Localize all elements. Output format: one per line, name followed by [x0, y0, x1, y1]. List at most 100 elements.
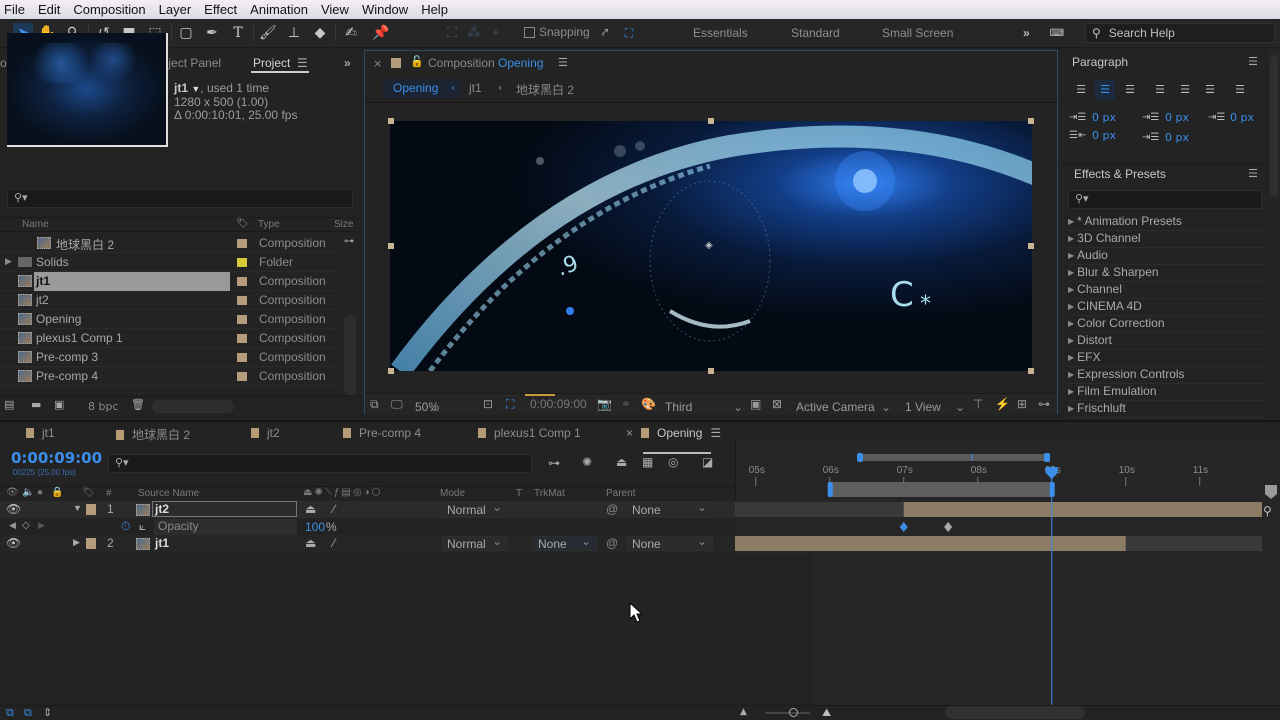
- label-column-icon[interactable]: 🏷: [82, 487, 95, 498]
- lock-icon[interactable]: 🔓: [410, 55, 424, 68]
- column-type[interactable]: Type: [258, 219, 280, 230]
- transform-handle[interactable]: [1028, 243, 1034, 249]
- indent-right-value[interactable]: 0 px: [1092, 129, 1116, 142]
- region-of-interest-icon[interactable]: ⊡: [483, 397, 493, 411]
- view-axis-icon[interactable]: ⌖: [486, 23, 506, 43]
- rectangle-tool-icon[interactable]: ▢: [176, 23, 196, 43]
- project-search-input[interactable]: ⚲▾: [7, 189, 353, 208]
- always-preview-icon[interactable]: ⧉: [370, 397, 379, 412]
- label-color-swatch[interactable]: [237, 258, 247, 267]
- clone-stamp-tool-icon[interactable]: ⊥: [284, 23, 304, 43]
- project-scrollbar[interactable]: [344, 315, 356, 395]
- tab-project[interactable]: Project: [253, 56, 290, 70]
- blend-mode-dropdown[interactable]: Normal: [442, 534, 508, 551]
- local-axis-icon[interactable]: ⛶: [442, 23, 462, 43]
- transform-handle[interactable]: [1028, 118, 1034, 124]
- trash-icon[interactable]: 🗑: [131, 398, 145, 411]
- pick-whip-icon[interactable]: @: [606, 536, 618, 550]
- transform-handle[interactable]: [1028, 368, 1034, 374]
- project-item[interactable]: Opening Composition: [0, 310, 342, 329]
- parent-dropdown[interactable]: None: [627, 534, 713, 551]
- motion-blur-layer-icon[interactable]: ⚲: [1263, 504, 1272, 518]
- layer-duration-bar[interactable]: [903, 502, 1262, 517]
- breadcrumb-opening[interactable]: Opening: [393, 81, 438, 95]
- stopwatch-icon[interactable]: ⏱: [121, 519, 130, 534]
- collapse-transformations-icon[interactable]: ⏏: [305, 502, 316, 516]
- hide-shy-layers-icon[interactable]: ⏏: [616, 455, 627, 469]
- project-item[interactable]: jt1 Composition: [0, 272, 342, 291]
- timeline-search-input[interactable]: ⚲▾: [108, 454, 532, 473]
- layer-switches-toggle-icon[interactable]: ⧉: [6, 706, 14, 720]
- puppet-pin-tool-icon[interactable]: 📌: [371, 23, 391, 43]
- menu-animation[interactable]: Animation: [250, 2, 308, 17]
- search-help-input[interactable]: ⚲ Search Help: [1085, 23, 1275, 43]
- channel-icon[interactable]: 🎨: [641, 397, 656, 411]
- flowchart-icon[interactable]: ⊶: [344, 236, 354, 248]
- label-color-swatch[interactable]: [237, 334, 247, 343]
- project-item[interactable]: 地球黑白 2 Composition: [0, 234, 342, 253]
- panel-menu-icon[interactable]: ☰: [710, 426, 721, 440]
- graph-editor-icon[interactable]: ◪: [702, 455, 713, 469]
- playhead-handle-icon[interactable]: [1045, 467, 1058, 479]
- label-color-swatch[interactable]: [237, 353, 247, 362]
- pick-whip-icon[interactable]: @: [606, 502, 618, 516]
- transform-handle[interactable]: [708, 118, 714, 124]
- timeline-tab[interactable]: 地球黑白 2: [116, 426, 190, 443]
- bit-depth-button[interactable]: 8 bpc: [88, 400, 119, 413]
- comp-current-time[interactable]: 0:00:09:00: [530, 397, 587, 411]
- panel-menu-icon[interactable]: ☰: [1248, 167, 1258, 180]
- snapping-toggle[interactable]: Snapping: [524, 25, 590, 39]
- first-line-indent-value[interactable]: 0 px: [1230, 111, 1254, 124]
- layer-duration-bar[interactable]: [735, 536, 1126, 551]
- close-icon[interactable]: ×: [626, 426, 633, 440]
- transform-handle[interactable]: [388, 368, 394, 374]
- flowchart-icon[interactable]: ⊶: [1038, 397, 1050, 411]
- menu-file[interactable]: File: [4, 2, 25, 17]
- label-color-swatch[interactable]: [237, 277, 247, 286]
- timeline-horizontal-scrollbar[interactable]: [945, 706, 1085, 719]
- pen-tool-icon[interactable]: ✒: [202, 23, 222, 43]
- layer-name[interactable]: jt2: [152, 501, 297, 517]
- motion-blur-icon[interactable]: ◎: [668, 455, 678, 469]
- world-axis-icon[interactable]: ⁂: [464, 23, 484, 43]
- show-snapshot-icon[interactable]: ⚭: [621, 397, 631, 411]
- panel-menu-icon[interactable]: ☰: [558, 56, 568, 69]
- transfer-controls-toggle-icon[interactable]: ⧉: [24, 706, 32, 720]
- justify-last-right-button[interactable]: ☰: [1200, 80, 1220, 100]
- composition-mini-flowchart-icon[interactable]: ⊶: [548, 456, 560, 470]
- eraser-tool-icon[interactable]: ◆: [310, 23, 330, 43]
- align-center-button[interactable]: ☰: [1095, 80, 1115, 100]
- time-navigator[interactable]: [860, 454, 1047, 461]
- project-item[interactable]: Pre-comp 3 Composition: [0, 348, 342, 367]
- zoom-in-icon[interactable]: ⛰: [822, 706, 831, 720]
- justify-all-button[interactable]: ☰: [1230, 80, 1250, 100]
- project-item[interactable]: plexus1 Comp 1 Composition: [0, 329, 342, 348]
- work-area-bar[interactable]: [829, 482, 1052, 497]
- workspace-small-screen[interactable]: Small Screen: [882, 26, 953, 40]
- toggle-pixel-aspect-icon[interactable]: ⊤: [973, 397, 983, 411]
- visibility-eye-icon[interactable]: 👁: [6, 536, 21, 550]
- frame-blending-icon[interactable]: ▦: [642, 455, 653, 469]
- effects-category[interactable]: ▶ Frischluft: [1068, 401, 1264, 418]
- layer-row[interactable]: 👁 ▶ 2 jt1 ⏏ ⁄ Normal None @ None: [0, 534, 735, 552]
- timeline-tab[interactable]: jt2: [251, 426, 280, 440]
- navigator-end-handle[interactable]: [1044, 453, 1050, 462]
- snapshot-icon[interactable]: 📷: [597, 397, 612, 411]
- label-color-swatch[interactable]: [237, 315, 247, 324]
- snapping-checkbox[interactable]: [524, 26, 535, 38]
- draft-3d-icon[interactable]: ✺: [582, 455, 592, 469]
- expand-collapse-icon[interactable]: ▶: [73, 537, 80, 548]
- snap-features-icon[interactable]: ⛶: [619, 23, 639, 43]
- timeline-tab[interactable]: plexus1 Comp 1: [478, 426, 581, 440]
- fast-previews-icon[interactable]: ▣: [750, 397, 761, 411]
- effects-category[interactable]: ▶ Color Correction: [1068, 316, 1264, 333]
- type-tool-icon[interactable]: T: [228, 23, 248, 43]
- effects-category[interactable]: ▶ Audio: [1068, 248, 1264, 265]
- space-before-value[interactable]: 0 px: [1165, 111, 1189, 124]
- in-out-toggle-icon[interactable]: ⇕: [43, 706, 52, 719]
- transparency-grid-icon[interactable]: ⛶: [506, 397, 514, 412]
- timeline-icon[interactable]: ⊞: [1017, 397, 1027, 411]
- label-color-swatch[interactable]: [237, 372, 247, 381]
- project-item[interactable]: ▶ Solids Folder: [0, 253, 342, 272]
- menu-help[interactable]: Help: [421, 2, 448, 17]
